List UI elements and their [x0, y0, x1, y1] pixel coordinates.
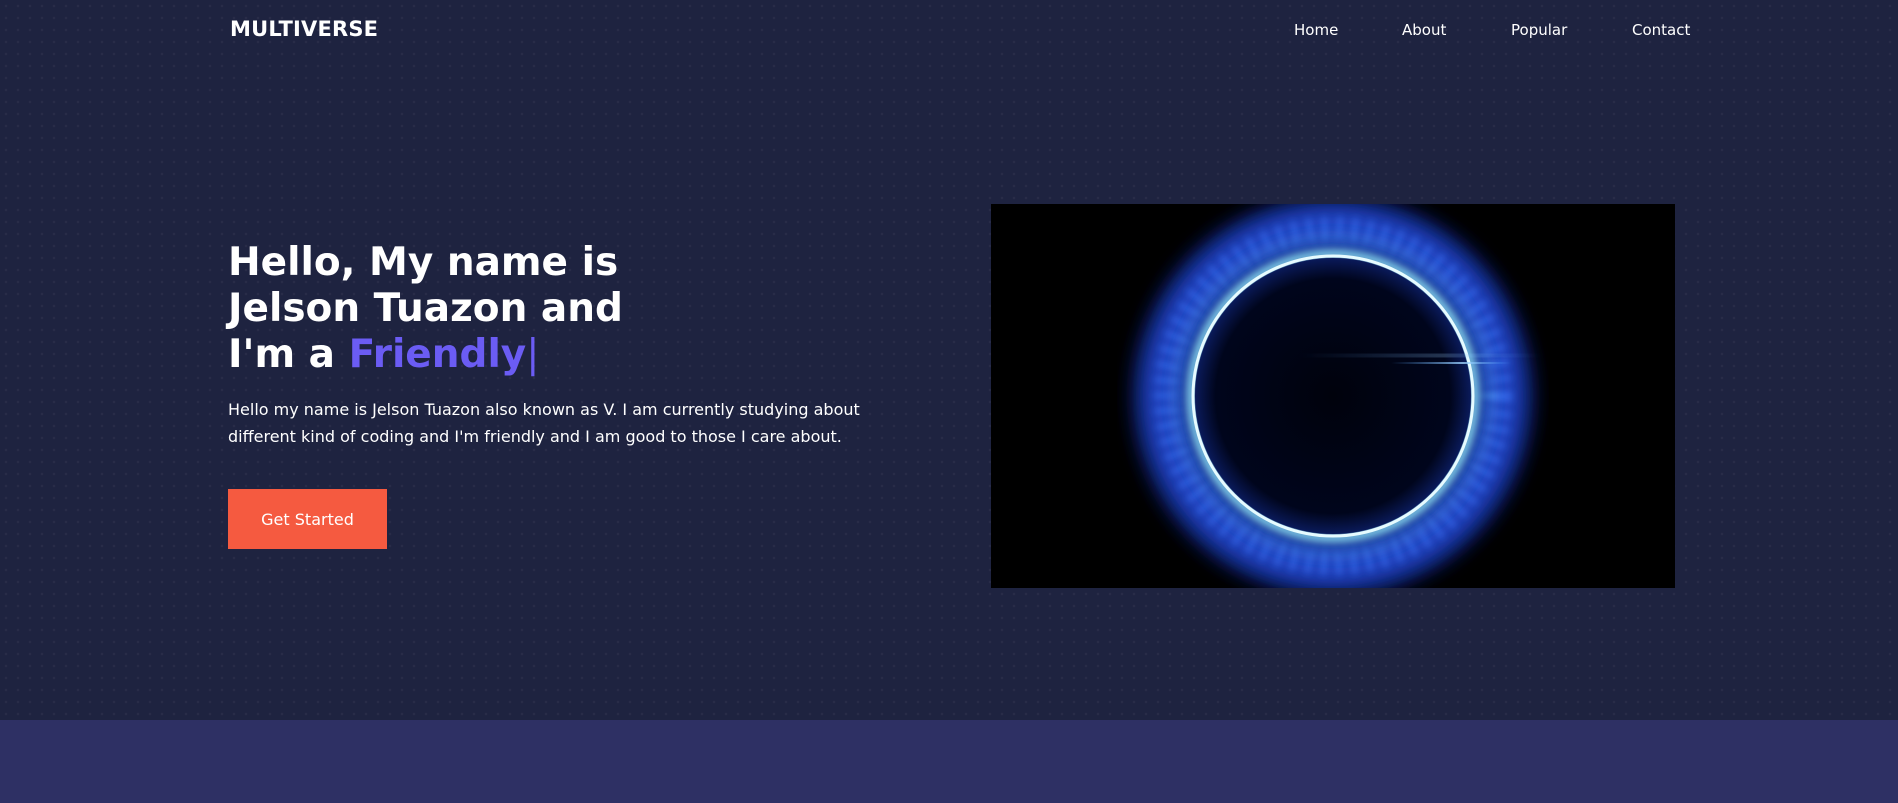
intro-line-2: different kind of coding and I'm friendl…: [228, 427, 842, 446]
site-logo[interactable]: MULTIVERSE: [230, 17, 378, 41]
next-section: [0, 720, 1898, 803]
hero-headline: Hello, My name is Jelson Tuazon and I'm …: [228, 240, 828, 378]
headline-prefix: I'm a: [228, 332, 349, 377]
typing-cursor: |: [526, 332, 540, 377]
intro-line-1: Hello my name is Jelson Tuazon also know…: [228, 400, 860, 419]
headline-line-2: Jelson Tuazon and: [228, 286, 623, 331]
get-started-button[interactable]: Get Started: [228, 489, 387, 549]
hero-section: MULTIVERSE Home About Popular Contact He…: [0, 0, 1898, 720]
hero-eclipse-image: [991, 204, 1675, 588]
headline-line-3: I'm a Friendly|: [228, 332, 828, 378]
nav-link-home[interactable]: Home: [1294, 21, 1338, 39]
page: MULTIVERSE Home About Popular Contact He…: [0, 0, 1898, 803]
nav-link-contact[interactable]: Contact: [1632, 21, 1690, 39]
headline-accent-word: Friendly: [348, 332, 527, 377]
nav-link-popular[interactable]: Popular: [1511, 21, 1567, 39]
nav-link-about[interactable]: About: [1402, 21, 1446, 39]
eclipse-illustration: [991, 204, 1675, 588]
hero-intro-text: Hello my name is Jelson Tuazon also know…: [228, 396, 888, 450]
headline-line-1: Hello, My name is: [228, 240, 619, 285]
